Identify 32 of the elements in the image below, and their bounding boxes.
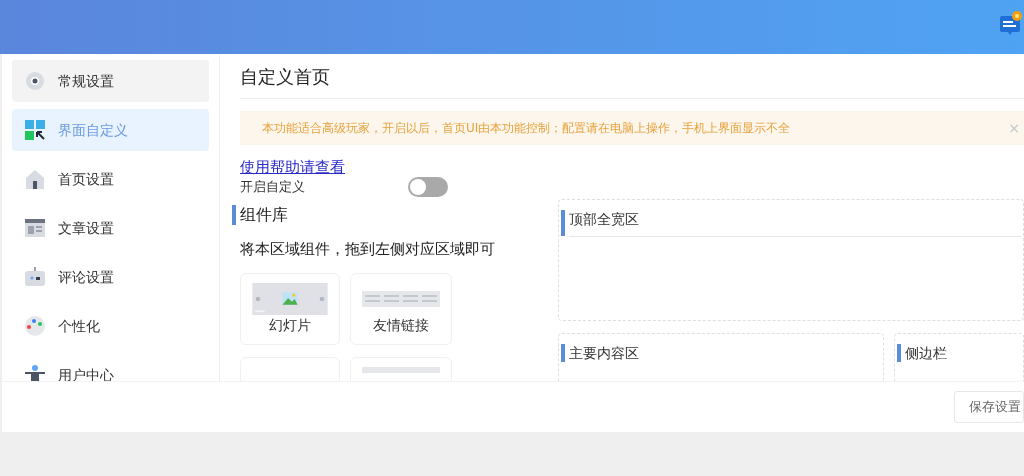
sidebar-item[interactable]: 首页设置 xyxy=(12,158,209,200)
component-card[interactable]: 友情链接 xyxy=(350,273,452,345)
document-icon xyxy=(24,217,46,239)
page-title: 自定义首页 xyxy=(240,64,1024,99)
toggle-label: 开启自定义 xyxy=(240,178,306,197)
section-title: 组件库 xyxy=(232,205,546,225)
preview-icon xyxy=(362,367,440,373)
robot-icon xyxy=(24,266,46,288)
library-hint: 将本区域组件，拖到左侧对应区域即可 xyxy=(240,239,496,259)
customize-toggle[interactable] xyxy=(408,177,448,197)
save-button[interactable]: 保存设置 xyxy=(954,391,1024,423)
zone-title: 主要内容区 xyxy=(561,344,881,362)
sidebar-item[interactable]: 文章设置 xyxy=(12,207,209,249)
component-label: 友情链接 xyxy=(373,316,429,335)
sidebar-item[interactable]: 个性化 xyxy=(12,305,209,347)
zone-title: 侧边栏 xyxy=(897,344,1021,362)
alert-text: 本功能适合高级玩家，开启以后，首页UI由本功能控制；配置请在电脑上操作，手机上界面显示不全 xyxy=(262,120,791,137)
slideshow-preview-icon xyxy=(250,283,330,315)
palette-icon xyxy=(24,315,46,337)
layout-icon xyxy=(24,119,46,141)
sidebar-item[interactable]: 常规设置 xyxy=(12,60,209,102)
component-card[interactable]: 幻灯片 xyxy=(240,273,340,345)
component-label: 幻灯片 xyxy=(269,316,311,335)
sidebar-item[interactable]: 用户中心 xyxy=(12,354,209,381)
gear-icon xyxy=(24,70,46,92)
zone-title: 顶部全宽区 xyxy=(561,210,1021,236)
person-icon xyxy=(24,364,46,381)
home-icon xyxy=(24,168,46,190)
chat-icon[interactable] xyxy=(1000,10,1022,36)
help-link[interactable]: 使用帮助请查看 xyxy=(240,157,345,177)
sidebar-item[interactable]: 评论设置 xyxy=(12,256,209,298)
links-preview-icon xyxy=(362,291,440,307)
